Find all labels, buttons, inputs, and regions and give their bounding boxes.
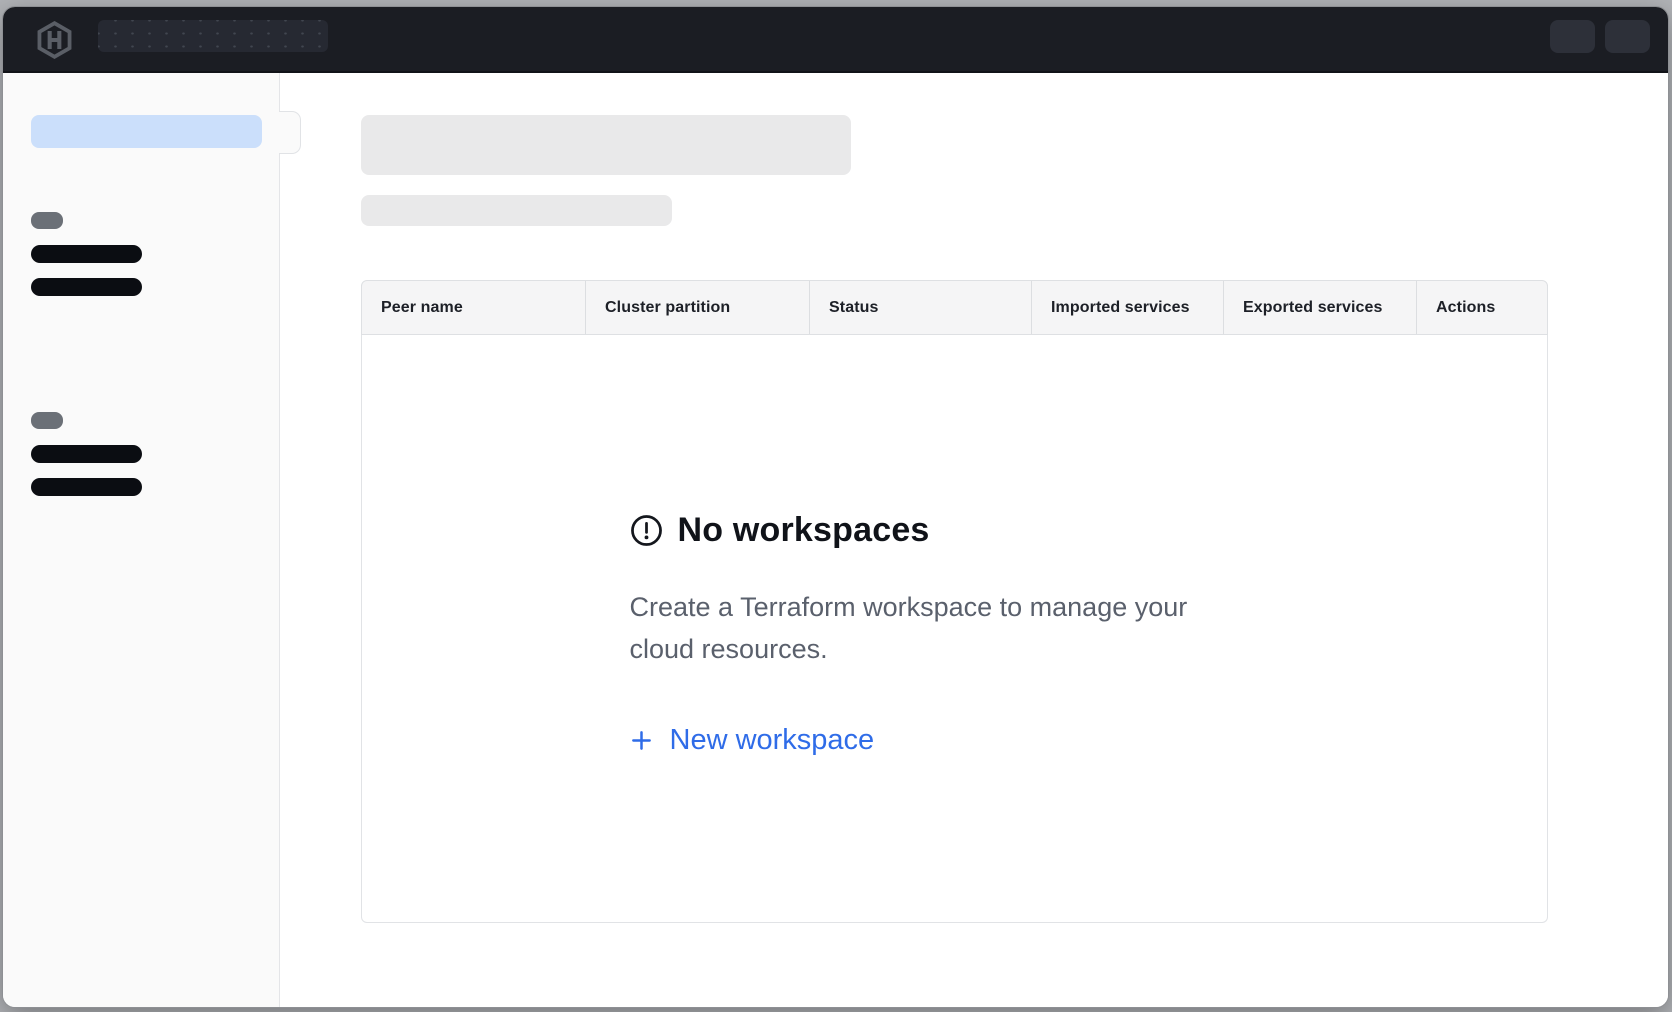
- peers-table: Peer name Cluster partition Status Impor…: [361, 280, 1548, 923]
- column-header-status: Status: [809, 281, 1031, 334]
- table-body: No workspaces Create a Terraform workspa…: [361, 335, 1548, 923]
- column-header-cluster-partition: Cluster partition: [585, 281, 809, 334]
- sidebar-item-skeleton-4[interactable]: [31, 478, 142, 496]
- empty-state-title: No workspaces: [678, 511, 930, 550]
- column-header-exported-services: Exported services: [1223, 281, 1416, 334]
- column-header-actions: Actions: [1416, 281, 1547, 334]
- sidebar-item-skeleton-3[interactable]: [31, 445, 142, 463]
- empty-state-header: No workspaces: [630, 511, 1280, 550]
- new-workspace-label: New workspace: [670, 724, 875, 757]
- alert-circle-icon: [630, 514, 663, 547]
- sidebar-section-label-skeleton-2: [31, 412, 63, 429]
- sidebar-item-skeleton-2[interactable]: [31, 278, 142, 296]
- table-header-row: Peer name Cluster partition Status Impor…: [361, 280, 1548, 335]
- sidebar-collapse-handle[interactable]: [279, 111, 301, 154]
- sidebar-active-item-skeleton[interactable]: [31, 115, 262, 148]
- column-header-imported-services: Imported services: [1031, 281, 1223, 334]
- sidebar-section-label-skeleton-1: [31, 212, 63, 229]
- plus-icon: [630, 729, 653, 752]
- topbar-search-skeleton[interactable]: [98, 20, 328, 52]
- topbar: [3, 7, 1668, 73]
- topbar-actions: [1550, 20, 1650, 53]
- topbar-action-skeleton-1[interactable]: [1550, 20, 1595, 53]
- empty-state-description: Create a Terraform workspace to manage y…: [630, 586, 1230, 670]
- hashicorp-logo-icon[interactable]: [36, 21, 73, 59]
- app-window: Peer name Cluster partition Status Impor…: [3, 7, 1668, 1007]
- column-header-peer-name: Peer name: [362, 281, 585, 334]
- sidebar: [3, 73, 280, 1007]
- sidebar-item-skeleton-1[interactable]: [31, 245, 142, 263]
- empty-state: No workspaces Create a Terraform workspa…: [630, 511, 1280, 757]
- main-content: Peer name Cluster partition Status Impor…: [280, 73, 1668, 1007]
- page-subtitle-skeleton: [361, 195, 672, 226]
- page-title-skeleton: [361, 115, 851, 175]
- topbar-action-skeleton-2[interactable]: [1605, 20, 1650, 53]
- new-workspace-link[interactable]: New workspace: [630, 724, 875, 757]
